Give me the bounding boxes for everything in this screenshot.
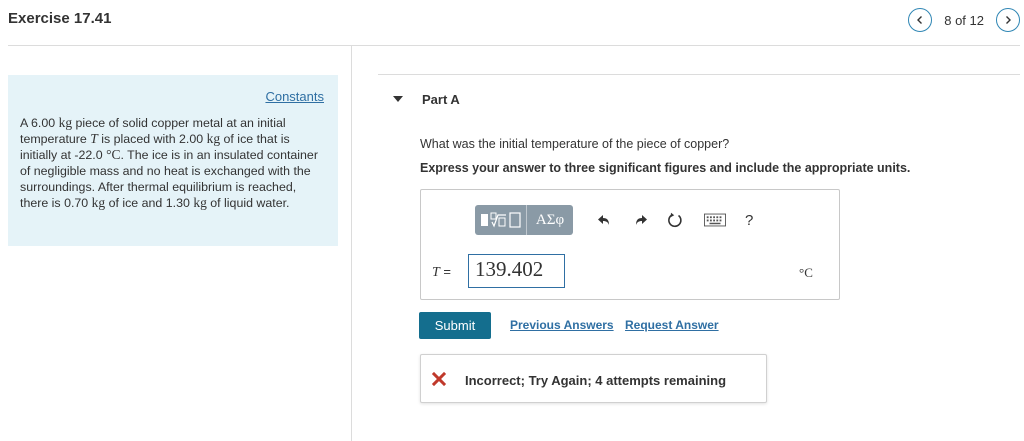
variable-label: T = (432, 264, 452, 280)
templates-icon (480, 212, 521, 228)
keyboard-button[interactable] (703, 210, 727, 230)
x-icon (432, 372, 446, 386)
chevron-right-icon (1006, 16, 1011, 24)
part-title[interactable]: Part A (422, 92, 460, 107)
constants-link[interactable]: Constants (265, 89, 324, 104)
templates-button[interactable] (475, 205, 527, 235)
redo-icon (636, 215, 647, 225)
request-answer-link[interactable]: Request Answer (625, 318, 719, 332)
instruction-text: Express your answer to three significant… (420, 161, 911, 175)
pager-count: 8 of 12 (944, 12, 984, 28)
collapse-caret-icon[interactable] (393, 96, 403, 102)
answer-box: ΑΣφ ? T = 139.402 °C (420, 189, 840, 300)
redo-button[interactable] (630, 210, 650, 230)
keyboard-icon (704, 213, 726, 227)
unit-label: °C (799, 265, 813, 280)
reset-button[interactable] (665, 210, 685, 230)
submit-button[interactable]: Submit (419, 312, 491, 339)
question-text: What was the initial temperature of the … (420, 137, 730, 151)
undo-icon (598, 215, 609, 225)
pager: 8 of 12 (884, 8, 1024, 32)
reset-icon (668, 212, 682, 228)
chevron-left-icon (917, 16, 923, 24)
header-divider (8, 45, 1020, 46)
greek-symbols-button[interactable]: ΑΣφ (527, 205, 573, 235)
answer-input[interactable]: 139.402 (468, 254, 565, 288)
feedback-text: Incorrect; Try Again; 4 attempts remaini… (465, 373, 727, 388)
previous-answers-link[interactable]: Previous Answers (510, 318, 614, 332)
math-toolbar: ΑΣφ ? (475, 205, 753, 235)
problem-statement: A 6.00 kg piece of solid copper metal at… (20, 115, 318, 210)
previous-item-button[interactable] (908, 8, 933, 32)
next-item-button[interactable] (996, 8, 1020, 32)
part-divider (378, 74, 1020, 75)
page-title: Exercise 17.41 (8, 10, 112, 27)
problem-panel: Constants A 6.00 kg piece of solid coppe… (8, 75, 338, 246)
feedback-box: Incorrect; Try Again; 4 attempts remaini… (420, 354, 767, 403)
undo-button[interactable] (595, 210, 615, 230)
pager-controls: 8 of 12 (908, 8, 1020, 32)
column-divider (351, 46, 352, 441)
help-button[interactable]: ? (745, 212, 753, 229)
